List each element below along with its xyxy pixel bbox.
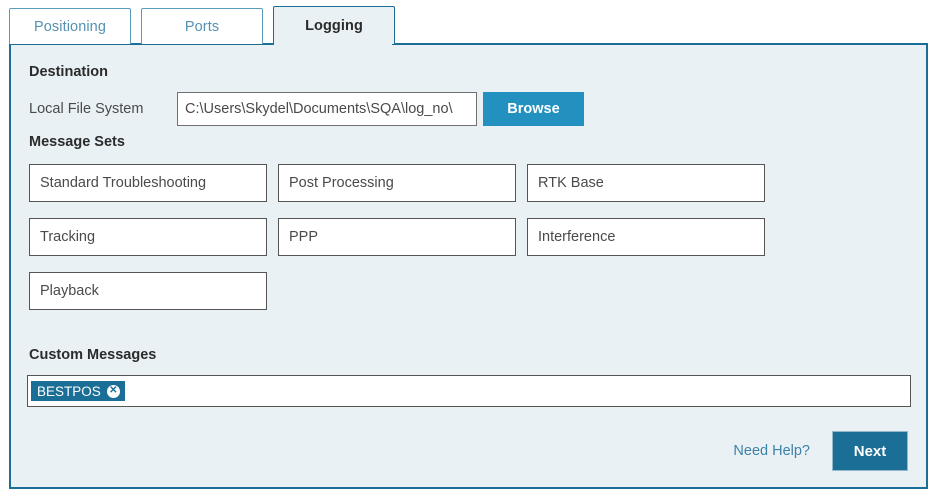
message-set-standard-troubleshooting[interactable]: Standard Troubleshooting	[29, 164, 267, 202]
local-file-system-row: Local File System Browse	[29, 92, 584, 126]
custom-message-chip-label: BESTPOS	[37, 383, 101, 399]
local-file-system-label: Local File System	[29, 101, 144, 117]
tab-ports[interactable]: Ports	[141, 8, 263, 44]
close-circle-icon[interactable]: ✕	[106, 384, 120, 398]
tab-positioning[interactable]: Positioning	[9, 8, 131, 44]
custom-messages-section-title: Custom Messages	[29, 347, 157, 363]
message-set-ppp[interactable]: PPP	[278, 218, 516, 256]
message-sets-section-title: Message Sets	[29, 134, 125, 150]
panel-footer: Need Help? Next	[733, 431, 908, 471]
logging-configuration-screen: Positioning Ports Logging Destination Lo…	[0, 0, 936, 500]
tab-logging[interactable]: Logging	[273, 6, 395, 44]
tab-logging-label: Logging	[305, 17, 363, 34]
active-tab-merge	[274, 41, 392, 45]
browse-button[interactable]: Browse	[483, 92, 584, 126]
custom-message-chip[interactable]: BESTPOS ✕	[31, 381, 125, 401]
message-sets-grid: Standard Troubleshooting Post Processing…	[29, 164, 789, 310]
next-button[interactable]: Next	[832, 431, 908, 471]
destination-section-title: Destination	[29, 64, 108, 80]
tab-ports-label: Ports	[184, 18, 220, 35]
logging-panel: Destination Local File System Browse Mes…	[9, 43, 928, 489]
message-set-interference[interactable]: Interference	[527, 218, 765, 256]
tab-bar: Positioning Ports Logging	[9, 6, 395, 44]
message-set-tracking[interactable]: Tracking	[29, 218, 267, 256]
message-set-rtk-base[interactable]: RTK Base	[527, 164, 765, 202]
destination-path-input[interactable]	[177, 92, 477, 126]
message-set-post-processing[interactable]: Post Processing	[278, 164, 516, 202]
message-set-playback[interactable]: Playback	[29, 272, 267, 310]
tab-positioning-label: Positioning	[33, 18, 107, 35]
custom-messages-input[interactable]: BESTPOS ✕	[27, 375, 911, 407]
need-help-link[interactable]: Need Help?	[733, 443, 810, 459]
